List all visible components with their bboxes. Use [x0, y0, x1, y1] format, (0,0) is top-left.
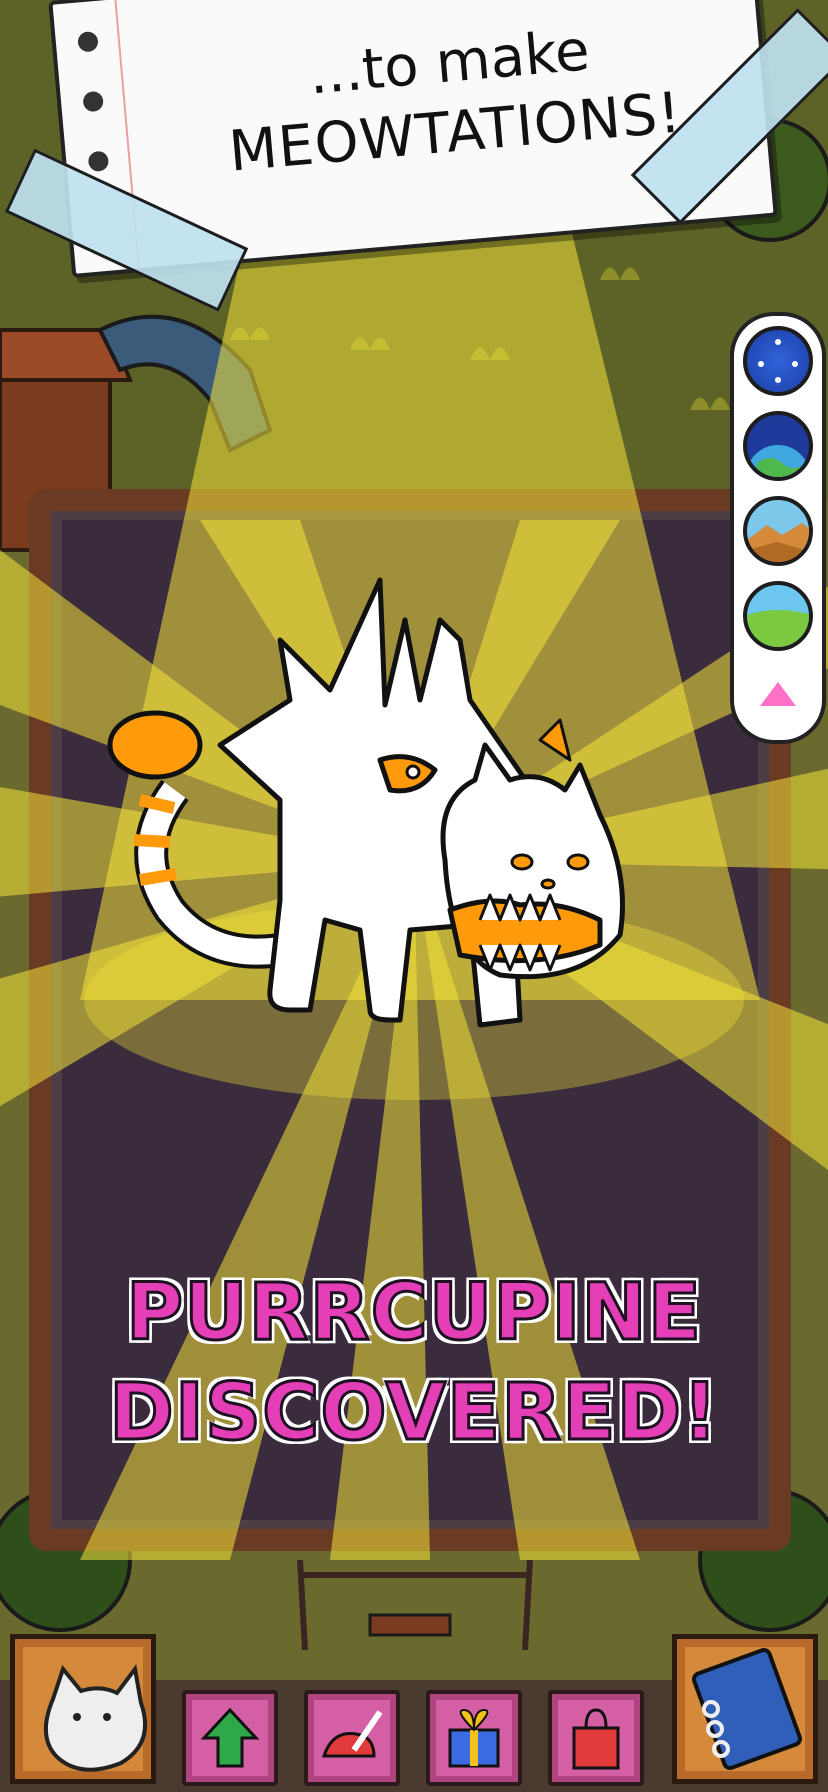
world-space-button[interactable] — [743, 326, 813, 396]
world-selector — [730, 312, 826, 744]
earth-icon — [747, 445, 809, 477]
gifts-slot[interactable] — [426, 1690, 522, 1786]
slot-background — [314, 1700, 390, 1776]
shop-slot[interactable] — [548, 1690, 644, 1786]
bottom-toolbar — [0, 1630, 828, 1792]
desert-icon — [747, 523, 809, 562]
shopping-bag-icon — [572, 1708, 620, 1770]
cat-face-icon — [23, 1647, 147, 1772]
discovered-cat-name: PURRCUPINE — [125, 1267, 703, 1360]
world-desert-button[interactable] — [743, 496, 813, 566]
binder-hole — [82, 90, 105, 113]
upgrade-slot[interactable] — [182, 1690, 278, 1786]
slot-background — [436, 1700, 512, 1776]
gift-icon — [448, 1708, 500, 1768]
star-icon — [758, 339, 798, 383]
hat-brush-icon — [321, 1710, 383, 1758]
book-icon — [685, 1647, 805, 1771]
catalog-button[interactable] — [672, 1634, 818, 1784]
scroll-up-icon[interactable] — [760, 682, 796, 706]
cat-profile-button[interactable] — [10, 1634, 156, 1784]
world-earth-button[interactable] — [743, 411, 813, 481]
world-meadow-button[interactable] — [743, 581, 813, 651]
binder-hole — [77, 30, 99, 53]
slot-background — [558, 1700, 634, 1776]
arrow-up-icon — [200, 1707, 260, 1768]
meadow-icon — [747, 610, 809, 647]
discovered-label: DISCOVERED! — [108, 1367, 720, 1460]
slot-background — [192, 1700, 268, 1776]
customize-slot[interactable] — [304, 1690, 400, 1786]
binder-hole — [87, 150, 110, 173]
